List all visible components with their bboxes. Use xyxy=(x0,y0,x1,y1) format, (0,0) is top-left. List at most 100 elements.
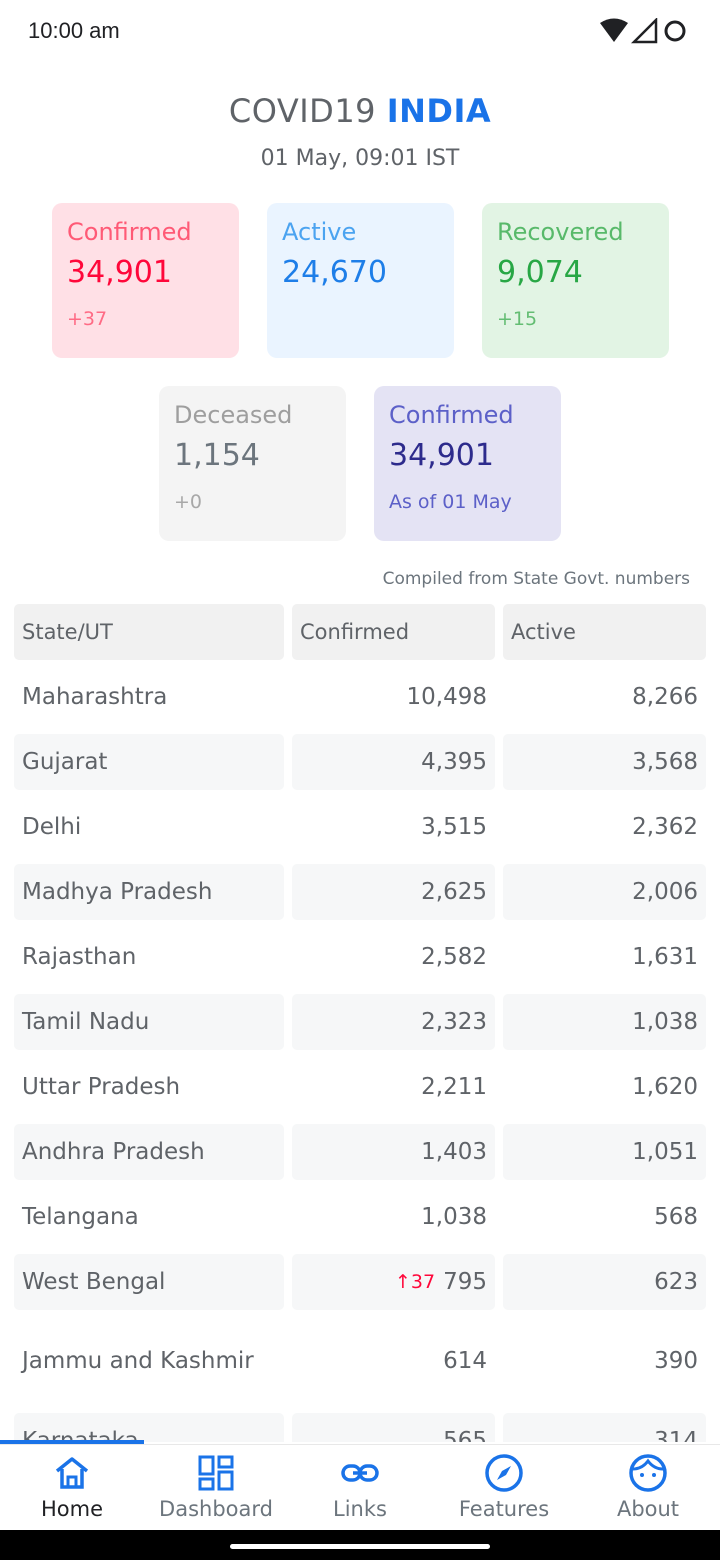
table-row[interactable]: Karnataka 565 314 xyxy=(14,1413,706,1442)
state-name: Telangana xyxy=(22,1204,139,1230)
dashboard-icon xyxy=(198,1455,234,1491)
title-accent: INDIA xyxy=(386,92,492,130)
nav-links-label: Links xyxy=(333,1497,387,1521)
table-row[interactable]: Tamil Nadu 2,323 1,038 xyxy=(14,994,706,1059)
header-active[interactable]: Active xyxy=(503,604,706,660)
confirmed-count: 3,515 xyxy=(421,814,487,840)
deceased-card[interactable]: Deceased 1,154 +0 xyxy=(159,386,346,541)
deceased-label: Deceased xyxy=(174,401,293,429)
last-updated: 01 May, 09:01 IST xyxy=(260,146,460,171)
face-icon xyxy=(629,1454,667,1492)
link-icon xyxy=(341,1464,379,1482)
nav-home-label: Home xyxy=(40,1497,103,1521)
confirmed-count: 2,625 xyxy=(292,864,495,920)
active-count: 2,362 xyxy=(632,814,698,840)
deceased-delta: +0 xyxy=(174,491,203,513)
confirmed-as-of-value: 34,901 xyxy=(389,438,494,473)
compass-icon xyxy=(485,1454,523,1492)
recovered-value: 9,074 xyxy=(497,255,583,290)
active-count: 1,631 xyxy=(632,944,698,970)
status-time: 10:00 am xyxy=(28,18,120,43)
confirmed-count: 10,498 xyxy=(406,684,487,710)
state-name: Madhya Pradesh xyxy=(14,864,284,920)
confirmed-value: 34,901 xyxy=(67,255,172,290)
active-label: Active xyxy=(282,218,357,246)
confirmed-count: 2,582 xyxy=(421,944,487,970)
active-count: 390 xyxy=(654,1348,698,1374)
compiled-note: Compiled from State Govt. numbers xyxy=(382,569,690,589)
confirmed-count: 1,403 xyxy=(292,1124,495,1180)
recovered-card[interactable]: Recovered 9,074 +15 xyxy=(482,203,669,358)
nav-dashboard[interactable]: Dashboard xyxy=(144,1445,288,1531)
confirmed-count-value: 795 xyxy=(443,1269,487,1295)
state-name: Uttar Pradesh xyxy=(22,1074,181,1100)
confirmed-count: ↑37 795 xyxy=(292,1254,495,1310)
nav-features[interactable]: Features xyxy=(432,1445,576,1531)
header-confirmed[interactable]: Confirmed xyxy=(292,604,495,660)
nav-features-label: Features xyxy=(458,1497,550,1521)
deceased-value: 1,154 xyxy=(174,438,260,473)
bottom-nav: Home Dashboard Links Features About xyxy=(0,1444,720,1530)
confirmed-as-of-note: As of 01 May xyxy=(389,491,512,513)
state-name: Maharashtra xyxy=(22,684,168,710)
nav-links[interactable]: Links xyxy=(288,1445,432,1531)
table-row[interactable]: Gujarat 4,395 3,568 xyxy=(14,734,706,799)
state-name: Delhi xyxy=(22,814,82,840)
table-row[interactable]: Jammu and Kashmir 614 390 xyxy=(14,1319,706,1413)
active-count: 8,266 xyxy=(632,684,698,710)
recovered-label: Recovered xyxy=(497,218,624,246)
signal-icon xyxy=(630,18,658,44)
table-header-row: State/UT Confirmed Active xyxy=(14,604,706,669)
table-row[interactable]: Madhya Pradesh 2,625 2,006 xyxy=(14,864,706,929)
state-name: Jammu and Kashmir xyxy=(22,1348,254,1374)
confirmed-card[interactable]: Confirmed 34,901 +37 xyxy=(52,203,239,358)
battery-icon xyxy=(664,20,686,42)
active-count: 1,051 xyxy=(503,1124,706,1180)
nav-dashboard-label: Dashboard xyxy=(159,1497,273,1521)
state-name: West Bengal xyxy=(14,1254,284,1310)
confirmed-as-of-card[interactable]: Confirmed 34,901 As of 01 May xyxy=(374,386,561,541)
active-count: 1,620 xyxy=(632,1074,698,1100)
active-count: 314 xyxy=(503,1413,706,1442)
table-row[interactable]: Rajasthan 2,582 1,631 xyxy=(14,929,706,994)
table-row[interactable]: Uttar Pradesh 2,211 1,620 xyxy=(14,1059,706,1124)
confirmed-delta: +37 xyxy=(67,308,108,330)
confirmed-count: 2,323 xyxy=(292,994,495,1050)
state-name: Karnataka xyxy=(14,1413,284,1442)
state-name: Tamil Nadu xyxy=(14,994,284,1050)
confirmed-label: Confirmed xyxy=(67,218,192,246)
table-row[interactable]: West Bengal ↑37 795 623 xyxy=(14,1254,706,1319)
page-title: COVID19 INDIA xyxy=(0,92,720,130)
confirmed-as-of-label: Confirmed xyxy=(389,401,514,429)
state-name: Andhra Pradesh xyxy=(14,1124,284,1180)
active-count: 3,568 xyxy=(503,734,706,790)
nav-about-label: About xyxy=(616,1497,680,1521)
state-name: Rajasthan xyxy=(22,944,137,970)
confirmed-count: 565 xyxy=(292,1413,495,1442)
table-row[interactable]: Maharashtra 10,498 8,266 xyxy=(14,669,706,734)
state-name: Gujarat xyxy=(14,734,284,790)
nav-home[interactable]: Home xyxy=(0,1445,144,1531)
table-row[interactable]: Telangana 1,038 568 xyxy=(14,1189,706,1254)
table-row[interactable]: Delhi 3,515 2,362 xyxy=(14,799,706,864)
active-card[interactable]: Active 24,670 xyxy=(267,203,454,358)
recovered-delta: +15 xyxy=(497,308,538,330)
header-state[interactable]: State/UT xyxy=(14,604,284,660)
nav-about[interactable]: About xyxy=(576,1445,720,1531)
status-icons xyxy=(600,18,686,44)
home-icon xyxy=(55,1457,89,1489)
confirmed-count: 614 xyxy=(443,1348,487,1374)
confirmed-count: 4,395 xyxy=(292,734,495,790)
confirmed-count: 2,211 xyxy=(421,1074,487,1100)
table-row[interactable]: Andhra Pradesh 1,403 1,051 xyxy=(14,1124,706,1189)
status-bar: 10:00 am xyxy=(0,0,720,64)
active-count: 1,038 xyxy=(503,994,706,1050)
confirmed-delta-up: ↑37 xyxy=(394,1271,436,1293)
home-gesture-handle[interactable] xyxy=(230,1544,490,1549)
title-prefix: COVID19 xyxy=(228,92,377,130)
active-count: 568 xyxy=(654,1204,698,1230)
active-value: 24,670 xyxy=(282,255,387,290)
state-table[interactable]: State/UT Confirmed Active Maharashtra 10… xyxy=(14,604,706,1442)
wifi-icon xyxy=(600,18,628,42)
active-count: 2,006 xyxy=(503,864,706,920)
